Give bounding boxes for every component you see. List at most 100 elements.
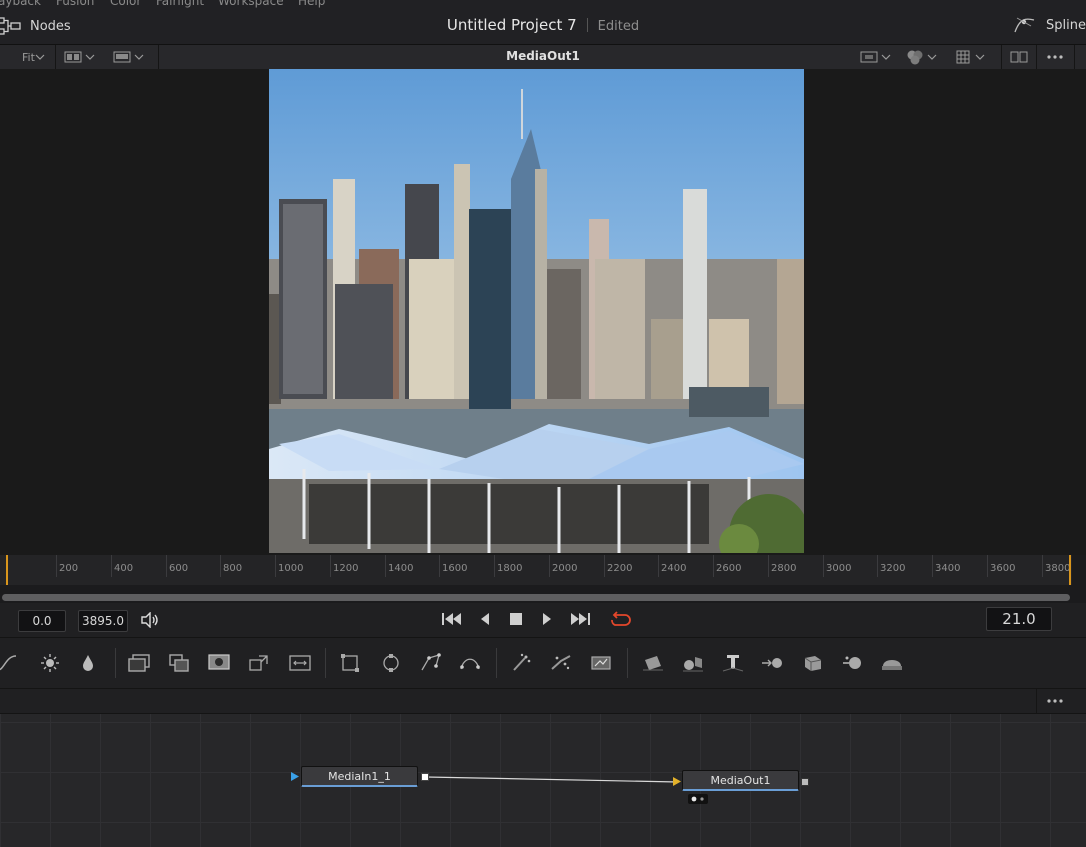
ruler-tick bbox=[604, 555, 605, 577]
ruler-tick bbox=[385, 555, 386, 577]
ruler-tick bbox=[56, 555, 57, 577]
dual-viewer-icon bbox=[1010, 51, 1028, 63]
merge-icon bbox=[169, 654, 189, 672]
global-end-field[interactable]: 3895.0 bbox=[78, 610, 128, 632]
merge-3d-icon bbox=[762, 658, 782, 668]
renderer-3d-icon bbox=[882, 660, 902, 670]
menu-fusion[interactable]: Fusion bbox=[56, 0, 94, 8]
node-editor[interactable]: MediaIn1_1 MediaOut1 bbox=[0, 714, 1086, 847]
current-frame-field[interactable]: 21.0 bbox=[986, 607, 1052, 631]
chevron-down-icon bbox=[927, 54, 937, 60]
mediain-node[interactable]: MediaIn1_1 bbox=[301, 766, 418, 787]
go-to-end-button[interactable] bbox=[569, 611, 591, 627]
mediaout-output-port[interactable] bbox=[801, 778, 809, 786]
stop-button[interactable] bbox=[509, 611, 523, 627]
spotlight-3d-icon bbox=[843, 656, 861, 669]
viewer-panel[interactable] bbox=[0, 69, 1086, 555]
loop-button[interactable] bbox=[608, 611, 632, 629]
dual-viewer-button[interactable] bbox=[1010, 45, 1028, 69]
chevron-down-icon bbox=[975, 54, 985, 60]
grid-dropdown[interactable] bbox=[956, 45, 986, 69]
particle-render-tool[interactable] bbox=[548, 650, 574, 676]
menu-color[interactable]: Color bbox=[110, 0, 141, 8]
menu-help[interactable]: Help bbox=[298, 0, 325, 8]
particle-output-tool[interactable] bbox=[588, 650, 614, 676]
audio-button[interactable] bbox=[140, 612, 160, 628]
node-editor-header bbox=[0, 689, 1086, 714]
particle-emitter-tool[interactable] bbox=[508, 650, 534, 676]
plane-3d-icon bbox=[643, 656, 663, 671]
timeline-ruler[interactable]: 200 400 600 800 1000 1200 1400 1600 1800 2000 2200… bbox=[0, 555, 1072, 585]
skip-end-icon bbox=[571, 613, 590, 625]
camera-3d-tool[interactable] bbox=[800, 650, 826, 676]
spline-tab[interactable]: Spline bbox=[1012, 14, 1086, 36]
polygon-mask-tool[interactable] bbox=[418, 650, 444, 676]
mediain-output-port[interactable] bbox=[421, 773, 429, 781]
image-plane-3d-tool[interactable] bbox=[640, 650, 666, 676]
color-corrector-tool[interactable] bbox=[75, 650, 101, 676]
brightness-icon bbox=[41, 654, 59, 672]
camera-3d-icon bbox=[804, 656, 822, 671]
toolbar-divider bbox=[1001, 45, 1002, 69]
global-start-field[interactable]: 0.0 bbox=[18, 610, 66, 632]
merge-tool[interactable] bbox=[166, 650, 192, 676]
go-to-start-button[interactable] bbox=[441, 611, 463, 627]
tool-divider bbox=[627, 648, 628, 678]
play-forward-button[interactable] bbox=[540, 611, 554, 627]
ruler-tick-label: 3600 bbox=[990, 563, 1016, 574]
ruler-tick-label: 600 bbox=[169, 563, 189, 574]
ruler-tick bbox=[220, 555, 221, 577]
ruler-tick bbox=[166, 555, 167, 577]
play-reverse-button[interactable] bbox=[478, 611, 492, 627]
rectangle-mask-tool[interactable] bbox=[337, 650, 363, 676]
ruler-tick bbox=[549, 555, 550, 577]
text-3d-tool[interactable] bbox=[720, 650, 746, 676]
ruler-tick-label: 1600 bbox=[442, 563, 468, 574]
color-channels-dropdown[interactable] bbox=[906, 45, 938, 69]
viewer-frame-image bbox=[269, 69, 804, 553]
playhead[interactable] bbox=[6, 555, 8, 585]
ruler-tick bbox=[330, 555, 331, 577]
ruler-tick-label: 3200 bbox=[880, 563, 906, 574]
background-tool[interactable] bbox=[126, 650, 152, 676]
chevron-down-icon bbox=[881, 54, 891, 60]
ruler-tick-label: 1800 bbox=[497, 563, 523, 574]
curve-icon bbox=[0, 655, 17, 671]
more-options-icon bbox=[1047, 55, 1063, 59]
display-dropdown[interactable] bbox=[860, 45, 892, 69]
speaker-icon bbox=[141, 612, 158, 628]
ruler-tick-label: 1000 bbox=[278, 563, 304, 574]
node-editor-more-button[interactable] bbox=[1046, 689, 1064, 713]
menu-workspace[interactable]: Workspace bbox=[218, 0, 284, 8]
merge-3d-tool[interactable] bbox=[760, 650, 786, 676]
timeline-scrollbar[interactable] bbox=[2, 594, 1070, 601]
rectangle-mask-icon bbox=[341, 654, 359, 672]
matte-control-tool[interactable] bbox=[206, 650, 232, 676]
menu-playback[interactable]: ayback bbox=[0, 0, 41, 8]
ruler-tick-label: 3800 bbox=[1045, 563, 1071, 574]
bspline-mask-tool[interactable] bbox=[457, 650, 483, 676]
project-status: Edited bbox=[597, 19, 640, 34]
bezier-curve-tool[interactable] bbox=[0, 650, 20, 676]
ellipse-mask-tool[interactable] bbox=[378, 650, 404, 676]
transform-tool[interactable] bbox=[246, 650, 272, 676]
project-title-area: Untitled Project 7 Edited bbox=[0, 16, 1086, 34]
ruler-tick-label: 1400 bbox=[388, 563, 414, 574]
brightness-contrast-tool[interactable] bbox=[37, 650, 63, 676]
shape-3d-tool[interactable] bbox=[680, 650, 706, 676]
mediaout-node[interactable]: MediaOut1 bbox=[682, 770, 799, 791]
render-range-end[interactable] bbox=[1069, 555, 1071, 585]
ruler-tick-label: 3400 bbox=[935, 563, 961, 574]
resize-tool[interactable] bbox=[287, 650, 313, 676]
resize-icon bbox=[289, 655, 311, 671]
menu-fairlight[interactable]: Fairlight bbox=[156, 0, 204, 8]
viewer-more-button[interactable] bbox=[1046, 45, 1064, 69]
renderer-3d-tool[interactable] bbox=[879, 650, 905, 676]
ruler-tick bbox=[768, 555, 769, 577]
viewer-indicator-icon[interactable] bbox=[688, 794, 708, 804]
text-3d-icon bbox=[722, 655, 744, 672]
output-input-arrow-icon bbox=[673, 777, 681, 786]
stop-icon bbox=[510, 613, 522, 625]
play-reverse-icon bbox=[481, 613, 489, 625]
spotlight-3d-tool[interactable] bbox=[840, 650, 866, 676]
